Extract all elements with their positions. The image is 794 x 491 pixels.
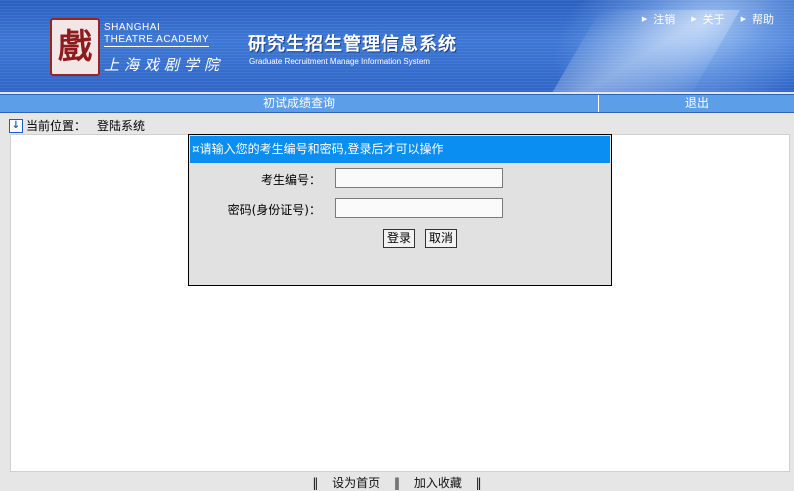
school-name-en-line2: THEATRE ACADEMY <box>104 34 210 47</box>
nav-bar: 初试成绩查询 退出 <box>0 94 794 113</box>
school-name-cn: 上海戏剧学院 <box>104 56 225 74</box>
nav-exit[interactable]: 退出 <box>600 95 794 112</box>
footer-separator: ‖ <box>394 476 400 490</box>
login-box: ¤请输入您的考生编号和密码,登录后才可以操作 考生编号： 密码(身份证号)： 登… <box>188 134 612 286</box>
password-input[interactable] <box>335 198 503 218</box>
footer-separator: ‖ <box>312 476 319 490</box>
system-title-en: Graduate Recruitment Manage Information … <box>249 57 430 66</box>
about-label: 关于 <box>702 13 725 26</box>
triangle-right-icon: ▶ <box>641 15 648 23</box>
login-button[interactable]: 登录 <box>383 229 416 248</box>
logout-label: 注销 <box>653 13 676 26</box>
password-row: 密码(身份证号)： <box>189 198 613 218</box>
help-link[interactable]: ▶ 帮助 <box>741 11 774 27</box>
breadcrumb-prefix: 当前位置： <box>26 119 87 133</box>
triangle-right-icon: ▶ <box>691 15 697 23</box>
add-favorite-link[interactable]: 加入收藏 <box>414 476 462 490</box>
password-label: 密码(身份证号)： <box>227 203 321 217</box>
login-buttons: 登录 取消 <box>383 229 458 248</box>
footer-separator: ‖ <box>475 476 482 490</box>
login-header: ¤请输入您的考生编号和密码,登录后才可以操作 <box>190 136 610 163</box>
logout-link[interactable]: ▶ 注销 <box>642 11 675 27</box>
system-title-cn: 研究生招生管理信息系统 <box>248 34 457 55</box>
school-name-en: SHANGHAI THEATRE ACADEMY <box>104 22 210 47</box>
header-banner: 戲 SHANGHAI THEATRE ACADEMY 上海戏剧学院 研究生招生管… <box>0 0 794 92</box>
arrow-down-icon: ↓ <box>9 118 23 133</box>
triangle-right-icon: ▶ <box>740 15 746 23</box>
top-links: ▶ 注销 ▶ 关于 ▶ 帮助 <box>642 11 774 27</box>
school-logo: 戲 <box>50 18 100 76</box>
candidate-id-input[interactable] <box>335 168 503 188</box>
set-home-link[interactable]: 设为首页 <box>332 476 380 490</box>
breadcrumb-current: 登陆系统 <box>97 119 146 133</box>
cancel-button[interactable]: 取消 <box>425 229 458 248</box>
candidate-id-label: 考生编号： <box>260 173 321 187</box>
nav-score-query[interactable]: 初试成绩查询 <box>0 95 599 112</box>
help-label: 帮助 <box>752 13 774 26</box>
breadcrumb: ↓ 当前位置： 登陆系统 <box>9 117 145 134</box>
school-name-en-line1: SHANGHAI <box>104 22 161 33</box>
footer: ‖ 设为首页 ‖ 加入收藏 ‖ <box>0 474 794 491</box>
candidate-id-row: 考生编号： <box>189 168 613 188</box>
about-link[interactable]: ▶ 关于 <box>691 11 724 27</box>
logo-glyph: 戲 <box>58 27 92 67</box>
